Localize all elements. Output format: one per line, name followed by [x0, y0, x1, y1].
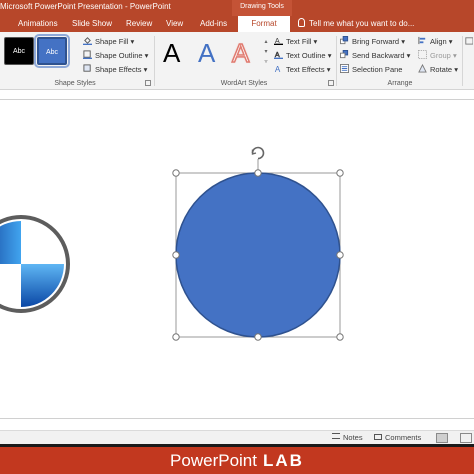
blue-circle[interactable]	[175, 172, 341, 338]
size-icon	[465, 37, 473, 45]
bring-forward-icon	[340, 36, 349, 45]
status-bar: Notes Comments	[0, 430, 474, 444]
title-bar: Microsoft PowerPoint Presentation - Powe…	[0, 0, 474, 16]
send-backward-icon	[340, 50, 349, 59]
resize-handle-right[interactable]	[336, 251, 344, 259]
banner-brand-word: PowerPoint	[170, 451, 257, 470]
align-label: Align	[430, 37, 447, 46]
align-button[interactable]: Align ▾	[418, 35, 453, 48]
text-outline-label: Text Outline	[286, 51, 326, 60]
shape-outline-button[interactable]: Shape Outline ▾	[83, 49, 148, 62]
resize-handle-left[interactable]	[172, 251, 180, 259]
rotate-label: Rotate	[430, 65, 453, 74]
shape-effects-label: Shape Effects	[95, 65, 142, 74]
wordart-gallery-scroll[interactable]: ▴ ▾ ▿	[262, 37, 270, 67]
shape-effects-button[interactable]: Shape Effects ▾	[83, 63, 147, 76]
tab-slide-show[interactable]: Slide Show	[72, 16, 112, 32]
shape-fill-button[interactable]: Shape Fill ▾	[83, 35, 134, 48]
group-divider	[336, 36, 337, 86]
ribbon-tabs: Animations Slide Show Review View Add-in…	[0, 16, 474, 32]
send-backward-label: Send Backward	[352, 51, 405, 60]
text-effects-icon: A	[275, 65, 281, 73]
selection-pane-button[interactable]: Selection Pane	[340, 63, 402, 76]
slide-shapes-layer	[0, 146, 344, 341]
tab-animations[interactable]: Animations	[18, 16, 58, 32]
quartered-logo-graphic[interactable]	[0, 215, 72, 313]
selection-pane-label: Selection Pane	[352, 65, 403, 74]
wordart-style-outline[interactable]: A	[231, 37, 250, 69]
text-outline-button[interactable]: A Text Outline ▾	[274, 49, 331, 62]
resize-handle-top-right[interactable]	[336, 169, 344, 177]
align-icon	[418, 36, 426, 45]
group-divider	[462, 36, 463, 86]
shape-fill-label: Shape Fill	[95, 37, 129, 46]
tab-review[interactable]: Review	[126, 16, 152, 32]
rotate-icon	[418, 64, 427, 73]
text-outline-icon: A	[274, 50, 283, 59]
rotate-handle-icon[interactable]	[251, 146, 265, 160]
banner-text: PowerPoint LAB	[0, 450, 474, 472]
wordart-style-black[interactable]: A	[163, 38, 180, 68]
text-fill-button[interactable]: A Text Fill ▾	[274, 35, 317, 48]
shape-styles-group-label: Shape Styles	[54, 80, 96, 87]
tab-add-ins[interactable]: Add-ins	[200, 16, 227, 32]
tell-me-text: Tell me what you want to do...	[309, 19, 415, 28]
send-backward-button[interactable]: Send Backward ▾	[340, 49, 410, 62]
normal-view-icon[interactable]	[436, 433, 448, 443]
text-effects-label: Text Effects	[286, 65, 325, 74]
arrange-group-label: Arrange	[387, 80, 413, 87]
comments-button[interactable]: Comments	[374, 431, 421, 445]
resize-handle-top[interactable]	[254, 169, 262, 177]
selection-pane-icon	[340, 64, 349, 73]
group-icon	[418, 50, 427, 59]
selected-circle-shape[interactable]	[172, 146, 344, 341]
comments-label: Comments	[385, 433, 422, 442]
ribbon: Abc Abc Shape Fill ▾ Shape Outline ▾ Sha…	[0, 32, 474, 90]
resize-handle-bottom-right[interactable]	[336, 333, 344, 341]
text-fill-label: Text Fill	[286, 37, 312, 46]
shape-style-black[interactable]: Abc	[4, 37, 34, 65]
group-divider	[154, 36, 155, 86]
tell-me-box[interactable]: Tell me what you want to do...	[298, 16, 414, 32]
rotate-button[interactable]: Rotate ▾	[418, 63, 458, 76]
powerpoint-lab-banner: PowerPoint LAB	[0, 444, 474, 474]
text-effects-button[interactable]: A Text Effects ▾	[274, 63, 331, 76]
paint-bucket-icon	[83, 37, 92, 45]
bring-forward-button[interactable]: Bring Forward ▾	[340, 35, 405, 48]
lightbulb-icon	[298, 18, 305, 27]
drawing-tools-context-label: Drawing Tools	[232, 0, 292, 16]
comment-icon	[374, 434, 382, 440]
banner-brand-lab: LAB	[262, 451, 304, 470]
tab-view[interactable]: View	[166, 16, 183, 32]
tab-format[interactable]: Format	[238, 16, 290, 32]
shape-style-blue[interactable]: Abc	[34, 34, 70, 68]
notes-label: Notes	[343, 433, 363, 442]
wordart-launcher-icon[interactable]	[328, 80, 334, 86]
group-button[interactable]: Group ▾	[418, 49, 457, 62]
shape-effects-icon	[83, 64, 91, 72]
size-group-partial-icon[interactable]	[464, 35, 474, 48]
group-label: Group	[430, 51, 451, 60]
notes-icon	[332, 433, 340, 439]
window-title: Microsoft PowerPoint Presentation - Powe…	[0, 2, 171, 11]
text-fill-icon: A	[274, 36, 283, 45]
shape-styles-launcher-icon[interactable]	[145, 80, 151, 86]
svg-text:A: A	[275, 65, 281, 73]
resize-handle-bottom[interactable]	[254, 333, 262, 341]
resize-handle-bottom-left[interactable]	[172, 333, 180, 341]
slide-editing-area[interactable]	[0, 91, 474, 430]
wordart-styles-group-label: WordArt Styles	[220, 80, 268, 87]
pencil-icon	[83, 50, 92, 59]
resize-handle-top-left[interactable]	[172, 169, 180, 177]
notes-button[interactable]: Notes	[332, 431, 363, 445]
shape-outline-label: Shape Outline	[95, 51, 143, 60]
bring-forward-label: Bring Forward	[352, 37, 400, 46]
wordart-style-blue[interactable]: A	[198, 38, 215, 68]
slide-sorter-view-icon[interactable]	[460, 433, 472, 443]
